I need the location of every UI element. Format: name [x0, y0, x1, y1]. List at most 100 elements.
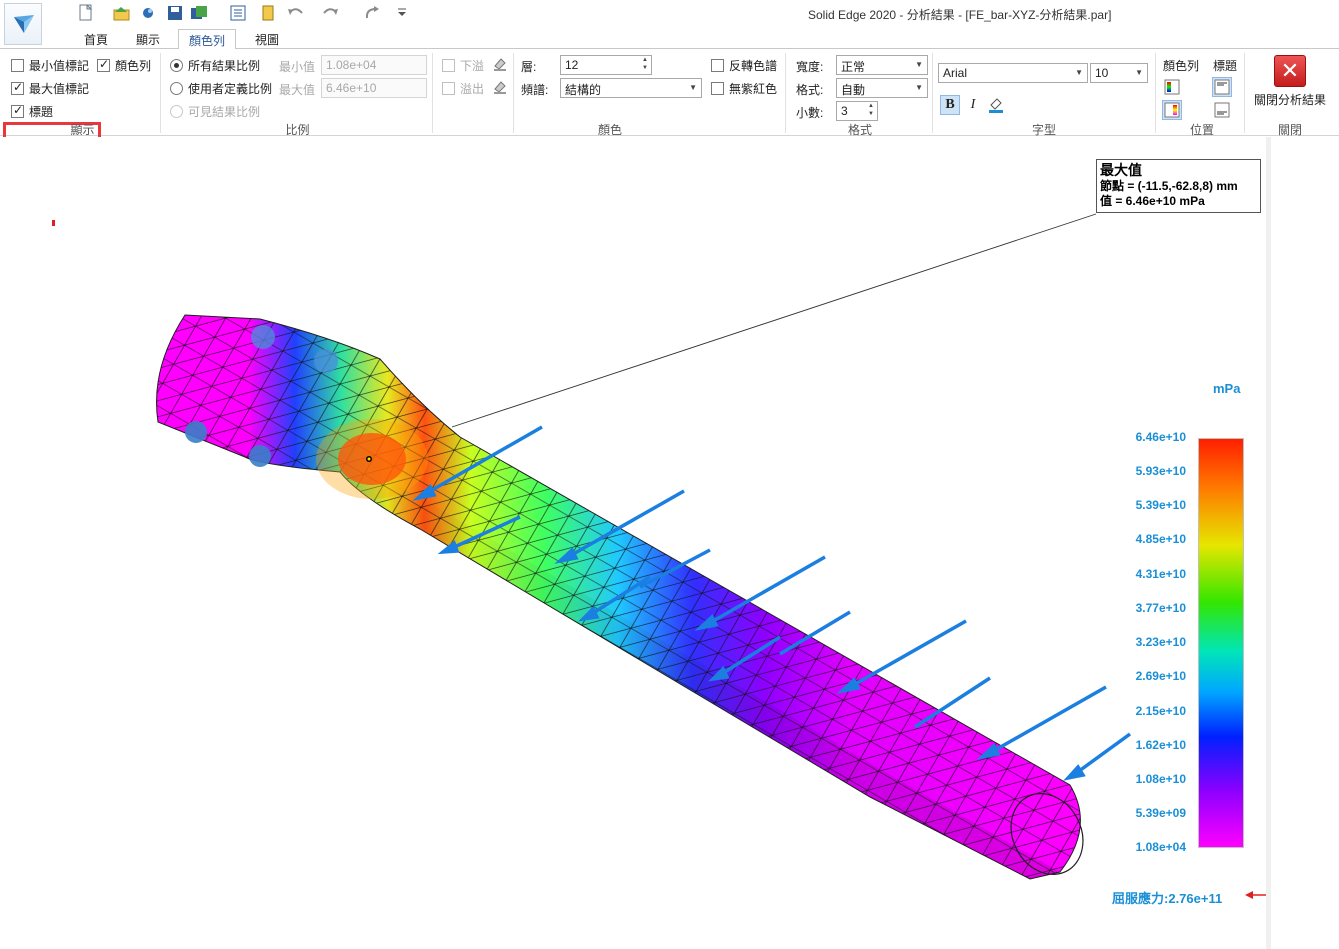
width-dropdown[interactable]: 正常 [836, 55, 928, 75]
save-all-icon[interactable] [189, 4, 209, 22]
checkbox-box [11, 59, 24, 72]
checkbox-box [11, 103, 24, 118]
decimals-spinner[interactable]: 3 [836, 101, 878, 121]
radio-dot [170, 59, 183, 72]
italic-button[interactable]: I [963, 95, 983, 115]
tab-color-bar[interactable]: 顏色列 [178, 29, 237, 50]
format-group-label: 格式 [847, 123, 872, 137]
callout-leader-line [451, 213, 1097, 428]
yield-stress-value: 2.76e+11 [1168, 891, 1223, 906]
font-size-dropdown[interactable]: 10 [1090, 63, 1148, 83]
legend-tick: 2.15e+10 [1135, 704, 1186, 718]
separator [432, 53, 433, 133]
separator [513, 53, 514, 133]
decimals-label: 小數: [796, 106, 824, 120]
no-purple-red-label: 無紫紅色 [729, 82, 778, 96]
solid-edge-window: { "window": { "title": "Solid Edge 2020 … [0, 0, 1339, 949]
legend-tick: 1.08e+04 [1135, 840, 1186, 854]
tab-display[interactable]: 顯示 [126, 29, 170, 49]
separator [932, 53, 933, 133]
separator [785, 53, 786, 133]
max-marker-checkbox[interactable]: 最大值標記 [11, 80, 89, 97]
checkbox-box [442, 59, 455, 72]
reverse-spectrum-checkbox[interactable]: 反轉色譜 [711, 57, 777, 74]
legend-tick: 4.85e+10 [1135, 532, 1186, 546]
layers-label: 層: [521, 60, 537, 74]
user-defined-scale-radio[interactable]: 使用者定義比例 [170, 80, 272, 97]
customize-toolbar-icon[interactable] [392, 4, 406, 22]
title-bottom-position-icon[interactable] [1212, 100, 1232, 120]
color-bar-left-position-icon[interactable] [1162, 77, 1182, 97]
overflow-color-icon[interactable] [490, 77, 510, 97]
legend-tick: 2.69e+10 [1135, 669, 1186, 683]
max-value-field[interactable]: 6.46e+10 [321, 78, 427, 98]
color-bar-legend [1198, 438, 1244, 848]
callout-value: 值 = 6.46e+10 mPa [1100, 194, 1205, 208]
save-as-icon[interactable] [138, 4, 158, 22]
spectrum-label: 頻譜: [521, 83, 549, 97]
callout-heading: 最大值 [1100, 162, 1142, 178]
color-bar-label: 顏色列 [115, 59, 152, 73]
window-title: Solid Edge 2020 - 分析結果 - [FE_bar-XYZ-分析結… [808, 8, 1112, 22]
bar-body [156, 314, 1084, 880]
bold-button[interactable]: B [940, 95, 960, 115]
position-title-label: 標題 [1213, 59, 1238, 73]
font-color-icon[interactable] [986, 95, 1006, 115]
legend-unit: mPa [1213, 381, 1241, 396]
no-purple-red-checkbox[interactable]: 無紫紅色 [711, 80, 777, 97]
new-file-icon[interactable] [76, 4, 96, 22]
separator [1244, 53, 1245, 133]
display-group-label: 顯示 [70, 123, 95, 137]
undo-icon[interactable] [286, 4, 306, 22]
all-results-label: 所有結果比例 [188, 59, 261, 73]
legend-tick: 3.23e+10 [1135, 635, 1186, 649]
legend-tick: 6.46e+10 [1135, 430, 1186, 444]
radio-dot [170, 82, 183, 95]
ribbon-tabs: 首頁 顯示 顏色列 視圖 [0, 28, 1339, 50]
open-file-icon[interactable] [112, 4, 132, 22]
layers-spinner[interactable]: 12 [560, 55, 652, 75]
overflow-label: 溢出 [460, 82, 485, 96]
checkbox-box [11, 80, 24, 95]
title-label: 標題 [29, 105, 54, 119]
title-top-position-icon[interactable] [1212, 77, 1232, 97]
min-value-field[interactable]: 1.08e+04 [321, 55, 427, 75]
close-group-label: 關閉 [1277, 123, 1302, 137]
checkbox-box [711, 59, 724, 72]
checkbox-box [711, 82, 724, 95]
legend-tick: 3.77e+10 [1135, 601, 1186, 615]
user-defined-label: 使用者定義比例 [188, 82, 273, 96]
notes-icon[interactable] [258, 4, 278, 22]
underflow-color-icon[interactable] [490, 54, 510, 74]
font-family-dropdown[interactable]: Arial [938, 63, 1088, 83]
tab-home[interactable]: 首頁 [74, 29, 118, 49]
spectrum-dropdown[interactable]: 結構的 [560, 78, 702, 98]
tab-view[interactable]: 視圖 [245, 29, 289, 49]
close-analysis-results-button[interactable]: ✕ 關閉分析結果 [1250, 53, 1330, 117]
max-marker-label: 最大值標記 [29, 82, 90, 96]
underflow-checkbox[interactable]: 下溢 [442, 57, 484, 74]
format-label: 格式: [796, 83, 824, 97]
checkbox-box [97, 57, 110, 72]
format-dropdown[interactable]: 自動 [836, 78, 928, 98]
graphics-viewport[interactable]: 最大值 節點 = (-11.5,-62.8,8) mm 值 = 6.46e+10… [0, 137, 1339, 949]
properties-icon[interactable] [228, 4, 248, 22]
fea-stress-model[interactable] [0, 137, 1265, 949]
min-marker-checkbox[interactable]: 最小值標記 [11, 57, 89, 74]
close-button-label: 關閉分析結果 [1253, 93, 1326, 107]
all-results-scale-radio[interactable]: 所有結果比例 [170, 57, 260, 74]
save-icon[interactable] [165, 4, 185, 22]
redo-icon[interactable] [320, 4, 340, 22]
title-checkbox[interactable]: 標題 [11, 103, 53, 120]
overflow-checkbox[interactable]: 溢出 [442, 80, 484, 97]
ribbon: 最小值標記 顏色列 最大值標記 標題 顯示 所有結果比例 使用者定義比例 可見結… [0, 49, 1339, 153]
legend-tick: 5.39e+10 [1135, 498, 1186, 512]
min-marker-label: 最小值標記 [29, 59, 90, 73]
checkbox-box [442, 82, 455, 95]
color-bar-right-position-icon[interactable] [1162, 100, 1182, 120]
visible-results-scale-radio[interactable]: 可見結果比例 [170, 103, 260, 120]
underflow-label: 下溢 [460, 59, 485, 73]
font-group-label: 字型 [1031, 123, 1056, 137]
repeat-command-icon[interactable] [362, 4, 382, 22]
color-bar-checkbox[interactable]: 顏色列 [97, 57, 151, 74]
